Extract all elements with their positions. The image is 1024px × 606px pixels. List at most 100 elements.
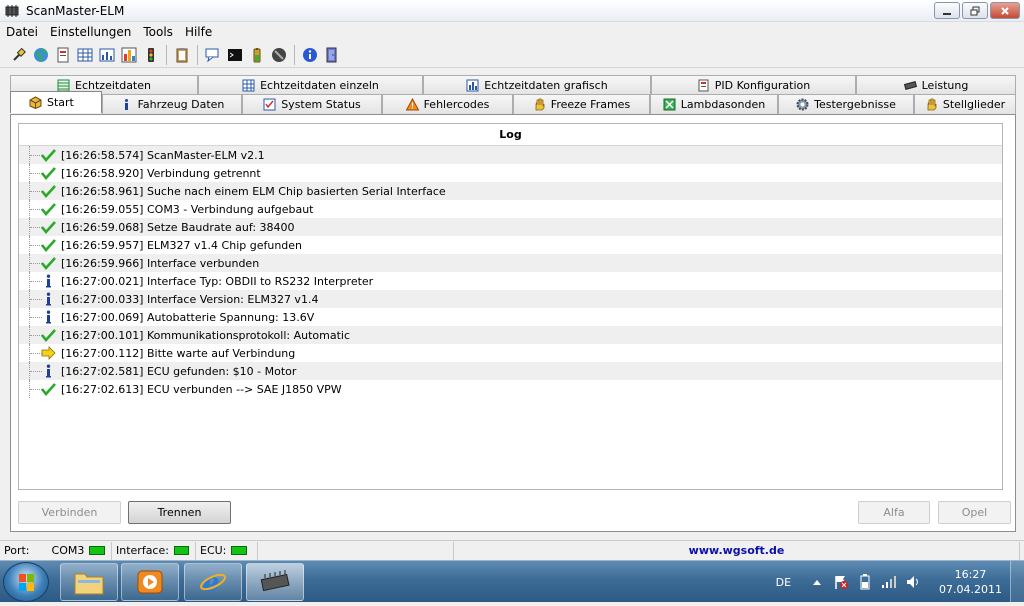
tab-label: Start xyxy=(47,96,74,109)
taskbar-scanmaster[interactable] xyxy=(246,563,304,601)
tab-label: Leistung xyxy=(921,78,969,92)
maximize-button[interactable] xyxy=(962,2,988,19)
document-icon xyxy=(698,79,709,91)
log-entry-text: [16:27:00.033] Interface Version: ELM327… xyxy=(61,292,319,306)
tab-stellglieder[interactable]: Stellglieder xyxy=(914,94,1016,114)
log-entry[interactable]: [16:27:00.069] Autobatterie Spannung: 13… xyxy=(19,308,1002,326)
toolbar-document-button[interactable] xyxy=(52,44,74,66)
tab-label: Echtzeitdaten xyxy=(75,78,151,92)
port-value: COM3 xyxy=(51,544,85,557)
tab-start[interactable]: Start xyxy=(10,91,102,113)
status-port: Port: COM3 xyxy=(0,541,112,560)
toolbar-chart-button[interactable] xyxy=(96,44,118,66)
application-window: ScanMaster-ELM Datei Einstellungen Tools… xyxy=(0,0,1024,560)
tab-fahrzeug-daten[interactable]: Fahrzeug Daten xyxy=(102,94,242,114)
log-entry[interactable]: [16:27:02.613] ECU verbunden --> SAE J18… xyxy=(19,380,1002,398)
toolbar-graph-button[interactable] xyxy=(118,44,140,66)
toolbar-globe-button[interactable] xyxy=(30,44,52,66)
box-icon xyxy=(29,96,42,109)
exit-door-icon xyxy=(326,47,337,62)
minimize-icon xyxy=(943,12,951,15)
log-entry[interactable]: [16:26:58.920] Verbindung getrennt xyxy=(19,164,1002,182)
document-icon xyxy=(57,47,69,62)
menu-tools[interactable]: Tools xyxy=(137,25,179,39)
toolbar-traffic-light-button[interactable] xyxy=(140,44,162,66)
tab-lambdasonden[interactable]: Lambdasonden xyxy=(650,94,778,114)
menu-einstellungen[interactable]: Einstellungen xyxy=(44,25,137,39)
log-entry[interactable]: [16:26:59.068] Setze Baudrate auf: 38400 xyxy=(19,218,1002,236)
show-desktop-button[interactable] xyxy=(1010,561,1024,603)
disc-icon xyxy=(272,47,286,62)
log-entry[interactable]: [16:26:58.574] ScanMaster-ELM v2.1 xyxy=(19,146,1002,164)
language-indicator[interactable]: DE xyxy=(776,576,791,589)
tab-echtzeitdaten-grafisch[interactable]: Echtzeitdaten grafisch xyxy=(423,75,651,94)
checklist-icon xyxy=(263,98,276,111)
verbinden-button[interactable]: Verbinden xyxy=(18,501,121,524)
restore-icon xyxy=(970,6,980,15)
log-entry[interactable]: [16:26:58.961] Suche nach einem ELM Chip… xyxy=(19,182,1002,200)
tab-leistung[interactable]: Leistung xyxy=(856,75,1016,94)
title-bar[interactable]: ScanMaster-ELM xyxy=(0,0,1024,22)
tab-label: Echtzeitdaten einzeln xyxy=(260,78,379,92)
chat-icon xyxy=(205,48,219,62)
menu-datei[interactable]: Datei xyxy=(0,25,44,39)
taskbar-media-player[interactable] xyxy=(121,563,179,601)
start-button[interactable] xyxy=(3,562,49,602)
log-entry[interactable]: [16:27:00.021] Interface Typ: OBDII to R… xyxy=(19,272,1002,290)
log-entry[interactable]: [16:27:02.581] ECU gefunden: $10 - Motor xyxy=(19,362,1002,380)
battery-icon xyxy=(860,574,870,590)
taskbar-internet-explorer[interactable]: e xyxy=(184,563,242,601)
opel-button[interactable]: Opel xyxy=(938,501,1011,524)
toolbar-grid-button[interactable] xyxy=(74,44,96,66)
log-list[interactable]: Log [16:26:58.574] ScanMaster-ELM v2.1 [1… xyxy=(18,123,1003,490)
check-icon xyxy=(41,239,56,252)
toolbar-connect-button[interactable] xyxy=(8,44,30,66)
log-entry-text: [16:26:59.966] Interface verbunden xyxy=(61,256,260,270)
toolbar-clipboard-button[interactable] xyxy=(171,44,193,66)
gear-icon xyxy=(796,98,809,111)
toolbar-exit-button[interactable] xyxy=(321,44,343,66)
log-entry[interactable]: [16:27:00.112] Bitte warte auf Verbindun… xyxy=(19,344,1002,362)
ecu-status-led xyxy=(231,546,248,555)
log-entry[interactable]: [16:26:59.966] Interface verbunden xyxy=(19,254,1002,272)
show-hidden-icons-button[interactable] xyxy=(809,574,825,590)
toolbar-battery-button[interactable] xyxy=(246,44,268,66)
close-button[interactable] xyxy=(990,2,1020,19)
toolbar-disc-button[interactable] xyxy=(268,44,290,66)
tab-label: Echtzeitdaten grafisch xyxy=(484,78,608,92)
toolbar-terminal-button[interactable] xyxy=(224,44,246,66)
action-center-icon[interactable] xyxy=(833,574,849,590)
chart-icon xyxy=(99,48,115,61)
tab-fehlercodes[interactable]: Fehlercodes xyxy=(382,94,513,114)
log-entry[interactable]: [16:26:59.055] COM3 - Verbindung aufgeba… xyxy=(19,200,1002,218)
tab-system-status[interactable]: System Status xyxy=(242,94,382,114)
network-icon[interactable] xyxy=(881,574,897,590)
log-entry[interactable]: [16:26:59.957] ELM327 v1.4 Chip gefunden xyxy=(19,236,1002,254)
volume-icon[interactable] xyxy=(905,574,921,590)
internet-explorer-icon: e xyxy=(200,568,226,597)
tab-label: Fehlercodes xyxy=(423,98,490,111)
info-icon xyxy=(303,47,317,62)
taskbar-clock[interactable]: 16:27 07.04.2011 xyxy=(939,567,1002,597)
tab-freeze-frames[interactable]: Freeze Frames xyxy=(513,94,650,114)
power-icon[interactable] xyxy=(857,574,873,590)
alfa-button[interactable]: Alfa xyxy=(858,501,930,524)
trennen-button[interactable]: Trennen xyxy=(128,501,231,524)
log-entry[interactable]: [16:27:00.033] Interface Version: ELM327… xyxy=(19,290,1002,308)
tab-testergebnisse[interactable]: Testergebnisse xyxy=(778,94,914,114)
tab-label: System Status xyxy=(281,98,361,111)
toolbar-chat-button[interactable] xyxy=(202,44,224,66)
website-link[interactable]: www.wgsoft.de xyxy=(454,541,1020,560)
tab-pid-konfiguration[interactable]: PID Konfiguration xyxy=(651,75,856,94)
minimize-button[interactable] xyxy=(934,2,960,19)
menu-hilfe[interactable]: Hilfe xyxy=(179,25,218,39)
log-header[interactable]: Log xyxy=(19,124,1002,146)
grid-icon xyxy=(77,48,93,61)
tab-echtzeitdaten-einzeln[interactable]: Echtzeitdaten einzeln xyxy=(198,75,423,94)
taskbar-explorer[interactable] xyxy=(60,563,118,601)
windows-taskbar: e DE 16:27 07.04.2011 xyxy=(0,560,1024,603)
log-entry-text: [16:26:58.920] Verbindung getrennt xyxy=(61,166,261,180)
toolbar-info-button[interactable] xyxy=(299,44,321,66)
log-entry[interactable]: [16:27:00.101] Kommunikationsprotokoll: … xyxy=(19,326,1002,344)
info-icon xyxy=(124,99,128,110)
